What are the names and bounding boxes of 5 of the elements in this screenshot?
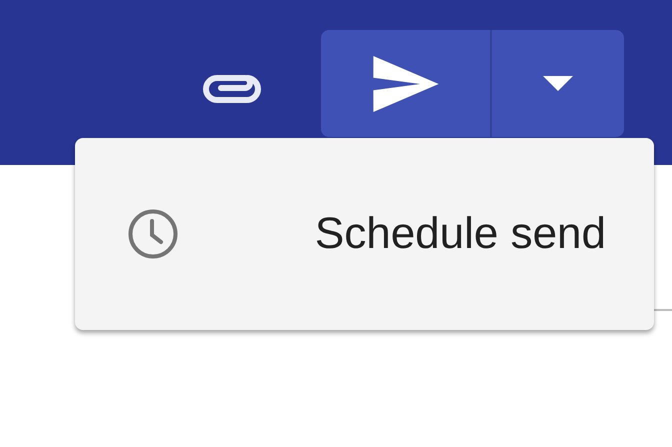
send-button[interactable]	[321, 30, 490, 137]
clock-icon	[127, 208, 179, 260]
menu-item-label: Schedule send	[314, 209, 606, 259]
caret-icon	[543, 76, 573, 91]
send-icon	[372, 56, 438, 112]
